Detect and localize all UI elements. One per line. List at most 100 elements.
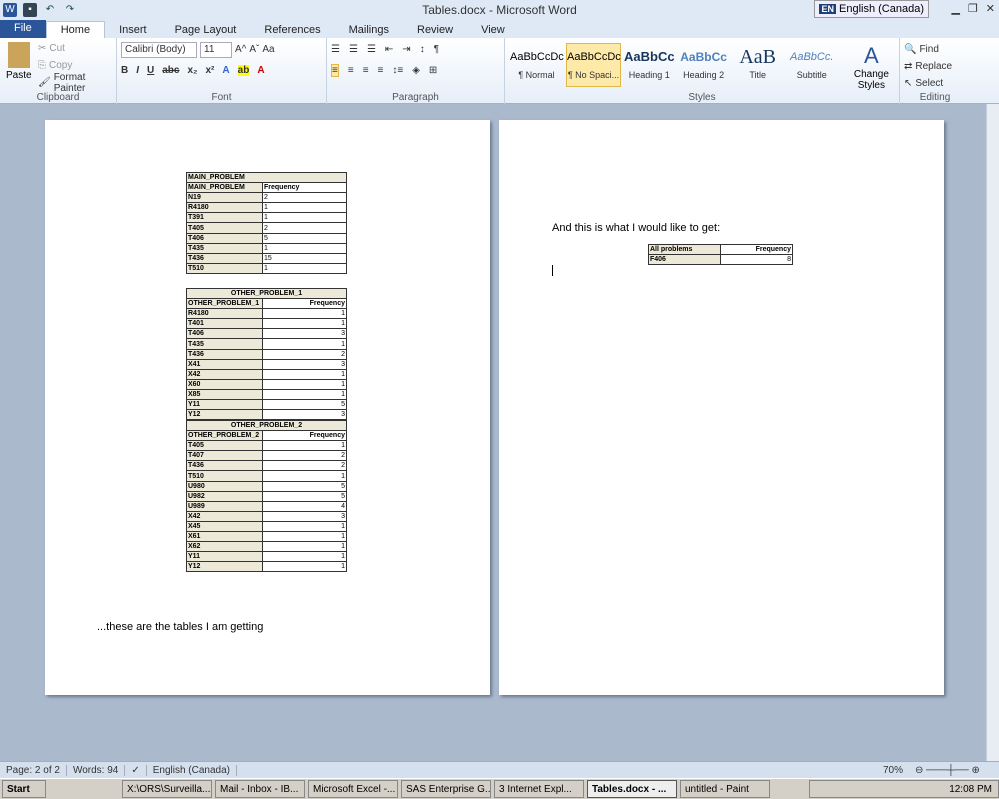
font-color-icon[interactable]: A [257, 65, 264, 76]
styles-group: AaBbCcDc ¶ Normal AaBbCcDc ¶ No Spaci... A… [505, 38, 900, 104]
system-tray: 12:08 PM [809, 780, 999, 798]
subscript-icon[interactable]: x₂ [187, 65, 197, 76]
redo-icon[interactable]: ↷ [63, 3, 77, 17]
taskbar-item[interactable]: SAS Enterprise G... [401, 780, 491, 798]
title-bar: W ▪ ↶ ↷ Tables.docx - Microsoft Word EN E… [0, 0, 999, 20]
taskbar-item[interactable]: untitled - Paint [680, 780, 770, 798]
style-normal[interactable]: AaBbCcDc ¶ Normal [509, 43, 564, 87]
tab-mailings[interactable]: Mailings [335, 22, 403, 38]
align-right-icon[interactable]: ≡ [363, 65, 369, 76]
justify-icon[interactable]: ≡ [378, 65, 384, 76]
change-case-icon[interactable]: Aa [262, 44, 274, 55]
taskbar-item[interactable]: X:\ORS\Surveilla... [122, 780, 212, 798]
table-cell: Y11 [186, 399, 263, 411]
undo-icon[interactable]: ↶ [43, 3, 57, 17]
align-left-icon[interactable]: ≡ [331, 64, 339, 77]
table-cell: F406 [648, 254, 721, 266]
close-button[interactable]: ✕ [986, 2, 995, 15]
cut-button[interactable]: ✂ Cut [38, 40, 116, 57]
sort-icon[interactable]: ↕ [420, 44, 425, 55]
grow-font-icon[interactable]: A^ [235, 44, 246, 55]
tab-home[interactable]: Home [45, 21, 106, 38]
style-heading-1[interactable]: AaBbCc Heading 1 [623, 43, 676, 87]
tab-references[interactable]: References [250, 22, 334, 38]
table-cell: 5 [262, 490, 347, 502]
font-size-select[interactable]: 11 [200, 41, 232, 58]
table-cell: R4180 [186, 202, 263, 214]
status-bar: Page: 2 of 2 Words: 94 ✓ English (Canada… [0, 761, 999, 778]
style-no-spacing[interactable]: AaBbCcDc ¶ No Spaci... [566, 43, 621, 87]
table-row: T391 1 [186, 212, 347, 224]
table-cell: X42 [186, 510, 263, 522]
change-styles-button[interactable]: A Change Styles [848, 43, 895, 91]
tab-view[interactable]: View [467, 22, 519, 38]
taskbar-item-active[interactable]: Tables.docx - ... [587, 780, 677, 798]
show-marks-icon[interactable]: ¶ [434, 44, 439, 55]
strikethrough-icon[interactable]: abc [162, 65, 179, 76]
multilevel-icon[interactable]: ☰ [367, 44, 376, 55]
tab-file[interactable]: File [0, 20, 46, 38]
find-button[interactable]: 🔍 Find [904, 41, 966, 58]
tab-page-layout[interactable]: Page Layout [161, 22, 251, 38]
page-1[interactable]: MAIN_PROBLEM MAIN_PROBLEM Frequency N19 2 R41… [45, 120, 490, 695]
style-heading-2[interactable]: AaBbCc Heading 2 [678, 43, 730, 87]
bullets-icon[interactable]: ☰ [331, 44, 340, 55]
taskbar-item[interactable]: Mail - Inbox - IB... [215, 780, 305, 798]
borders-icon[interactable]: ⊞ [429, 65, 437, 76]
line-spacing-icon[interactable]: ↕≡ [392, 65, 403, 76]
column-header: Frequency [262, 430, 347, 442]
bold-icon[interactable]: B [121, 65, 128, 76]
superscript-icon[interactable]: x² [206, 65, 215, 76]
start-button[interactable]: Start [2, 780, 46, 798]
language-status[interactable]: English (Canada) [147, 764, 237, 776]
table-row: MAIN_PROBLEM [186, 171, 347, 184]
table-cell: U980 [186, 480, 263, 492]
table-row: T406 5 [186, 232, 347, 244]
italic-icon[interactable]: I [136, 65, 139, 76]
increase-indent-icon[interactable]: ⇥ [402, 44, 410, 55]
editing-label: Editing [919, 92, 951, 103]
style-title[interactable]: AaB Title [732, 43, 784, 87]
table-cell: T436 [186, 460, 263, 472]
vertical-scrollbar[interactable] [986, 104, 999, 761]
table-cell: 1 [262, 440, 347, 452]
taskbar-item[interactable]: 3 Internet Expl... [494, 780, 584, 798]
word-count[interactable]: Words: 94 [67, 764, 126, 776]
minimize-button[interactable]: ▁ [951, 2, 959, 15]
table-row: MAIN_PROBLEM Frequency [186, 182, 347, 194]
table-row: X62 1 [186, 541, 347, 553]
style-subtitle[interactable]: AaBbCc. Subtitle [786, 43, 838, 87]
numbering-icon[interactable]: ☰ [349, 44, 358, 55]
table-cell: T435 [186, 338, 263, 350]
format-painter-button[interactable]: 🖌 Format Painter [38, 72, 116, 94]
center-icon[interactable]: ≡ [348, 65, 354, 76]
underline-icon[interactable]: U [147, 65, 154, 76]
language-selector[interactable]: EN English (Canada) [814, 0, 929, 18]
table-cell: X85 [186, 388, 263, 401]
zoom-level[interactable]: 70% [877, 765, 909, 776]
restore-button[interactable]: ❐ [968, 2, 978, 15]
page-2[interactable]: And this is what I would like to get: Al… [499, 120, 944, 695]
decrease-indent-icon[interactable]: ⇤ [385, 44, 393, 55]
font-name-select[interactable]: Calibri (Body) [121, 41, 197, 58]
table-cell: 3 [262, 510, 347, 522]
taskbar-item[interactable]: Microsoft Excel -... [308, 780, 398, 798]
shading-icon[interactable]: ◈ [412, 65, 420, 76]
replace-button[interactable]: ⇄ Replace [904, 58, 966, 75]
text-effects-icon[interactable]: A [222, 65, 229, 76]
select-button[interactable]: ↖ Select [904, 75, 966, 92]
tab-review[interactable]: Review [403, 22, 467, 38]
table-row: R4180 1 [186, 202, 347, 214]
table-cell: X42 [186, 368, 263, 380]
paste-button[interactable]: Paste [6, 42, 32, 81]
other-problem-2-table: OTHER_PROBLEM_2 OTHER_PROBLEM_2 Frequency T… [186, 419, 347, 573]
highlight-icon[interactable]: ab [237, 65, 250, 76]
table-cell: 1 [262, 338, 347, 350]
tab-insert[interactable]: Insert [105, 22, 161, 38]
page-count[interactable]: Page: 2 of 2 [0, 764, 67, 776]
save-icon[interactable]: ▪ [23, 3, 37, 17]
zoom-slider[interactable]: ⊖ ───┼── ⊕ [909, 765, 999, 776]
table-row: T405 1 [186, 440, 347, 452]
shrink-font-icon[interactable]: Aˇ [249, 44, 259, 55]
proofing-icon[interactable]: ✓ [125, 764, 147, 776]
